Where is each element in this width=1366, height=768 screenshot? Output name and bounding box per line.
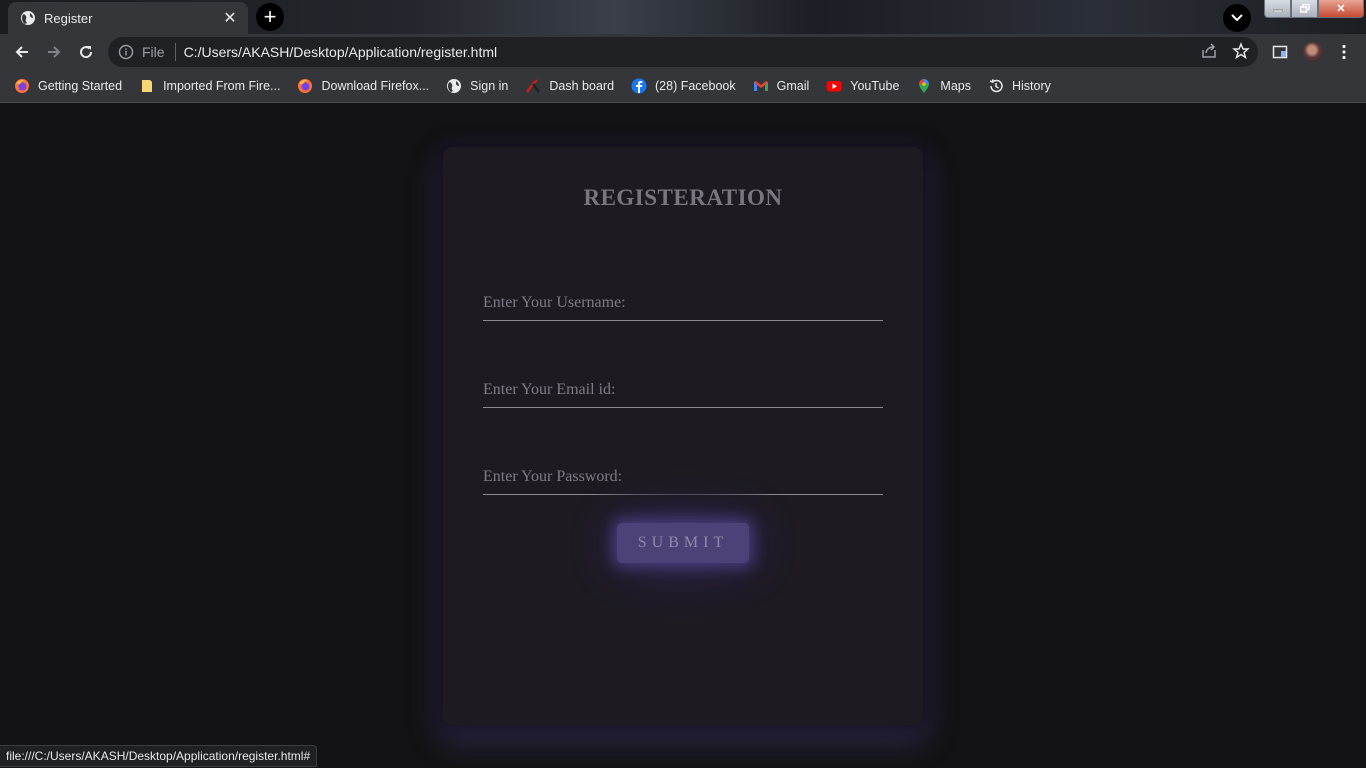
facebook-icon: [631, 78, 647, 94]
bookmark-download-firefox[interactable]: Download Firefox...: [297, 78, 429, 94]
tab-register[interactable]: Register ✕: [8, 2, 248, 34]
address-separator: [174, 43, 176, 61]
chevron-down-icon: [1231, 14, 1243, 22]
page-viewport: REGISTERATION SUBMIT: [0, 103, 1366, 768]
globe-icon: [21, 11, 35, 25]
bookmark-sign-in[interactable]: Sign in: [446, 78, 508, 94]
back-button[interactable]: [10, 40, 34, 64]
bookmark-history[interactable]: History: [988, 78, 1051, 94]
profile-button[interactable]: [1301, 40, 1325, 64]
window-titlebar: Register ✕ + ✕: [0, 0, 1366, 34]
bookmark-getting-started[interactable]: Getting Started: [14, 78, 122, 94]
address-url[interactable]: C:/Users/AKASH/Desktop/Application/regis…: [184, 44, 498, 60]
address-bar[interactable]: File C:/Users/AKASH/Desktop/Application/…: [108, 37, 1258, 67]
username-input[interactable]: [483, 285, 883, 320]
side-panel-button[interactable]: [1268, 40, 1292, 64]
youtube-icon: [826, 78, 842, 94]
bookmark-dashboard[interactable]: Dash board: [525, 78, 614, 94]
forward-button[interactable]: [42, 40, 66, 64]
history-icon: [988, 78, 1004, 94]
bookmark-label: Getting Started: [38, 79, 123, 93]
bookmark-label: (28) Facebook: [655, 79, 736, 93]
bookmark-label: Sign in: [470, 79, 509, 93]
arrow-right-icon: [48, 46, 61, 58]
bookmark-label: Maps: [940, 79, 971, 93]
minimize-button[interactable]: [1264, 0, 1291, 18]
reload-icon: [80, 46, 93, 59]
bookmark-label: Dash board: [549, 79, 615, 93]
dashboard-icon: [525, 78, 541, 94]
email-field: [483, 372, 883, 408]
maps-icon: [916, 78, 932, 94]
status-bar-url: file:///C:/Users/AKASH/Desktop/Applicati…: [0, 745, 318, 767]
tab-title: Register: [44, 10, 93, 26]
bookmark-label: YouTube: [850, 79, 900, 93]
restore-icon: [1299, 4, 1310, 13]
window-controls: ✕: [1264, 0, 1364, 18]
minimize-icon: [1272, 9, 1283, 12]
bookmark-label: Gmail: [776, 79, 810, 93]
gmail-icon: [753, 78, 769, 94]
bookmark-label: History: [1011, 79, 1051, 93]
reload-button[interactable]: [74, 40, 98, 64]
bookmark-label: Download Firefox...: [321, 79, 430, 93]
bookmark-youtube[interactable]: YouTube: [826, 78, 899, 94]
page-title: REGISTERATION: [583, 185, 783, 210]
bookmark-maps[interactable]: Maps: [916, 78, 971, 94]
address-scheme: File: [142, 44, 165, 60]
share-icon[interactable]: [1200, 42, 1218, 60]
arrow-left-icon: [15, 46, 28, 58]
username-field: [483, 285, 883, 321]
close-window-button[interactable]: ✕: [1318, 0, 1364, 18]
registration-card: REGISTERATION SUBMIT: [443, 147, 923, 725]
globe-icon: [446, 78, 462, 94]
tab-close-icon[interactable]: ✕: [220, 8, 240, 28]
close-icon: ✕: [1336, 3, 1346, 15]
address-actions: [1200, 42, 1250, 60]
submit-button[interactable]: SUBMIT: [617, 523, 749, 563]
menu-button[interactable]: [1332, 40, 1356, 64]
firefox-icon: [297, 78, 313, 94]
info-icon[interactable]: [118, 44, 134, 60]
side-panel-icon: [1272, 45, 1288, 59]
folder-icon: [139, 78, 155, 94]
tab-search-button[interactable]: [1223, 4, 1251, 32]
bookmark-gmail[interactable]: Gmail: [753, 78, 810, 94]
kebab-menu-icon: [1342, 44, 1346, 60]
bookmark-facebook[interactable]: (28) Facebook: [631, 78, 736, 94]
new-tab-button[interactable]: +: [256, 3, 284, 31]
avatar: [1303, 42, 1323, 62]
bookmark-imported-folder[interactable]: Imported From Fire...: [139, 78, 280, 94]
bookmarks-bar: Getting Started Imported From Fire... Do…: [0, 70, 1366, 103]
restore-button[interactable]: [1291, 0, 1318, 18]
bookmark-label: Imported From Fire...: [163, 79, 281, 93]
email-input[interactable]: [483, 372, 883, 407]
star-icon[interactable]: [1232, 42, 1250, 60]
browser-toolbar: File C:/Users/AKASH/Desktop/Application/…: [0, 34, 1366, 70]
firefox-icon: [14, 78, 30, 94]
